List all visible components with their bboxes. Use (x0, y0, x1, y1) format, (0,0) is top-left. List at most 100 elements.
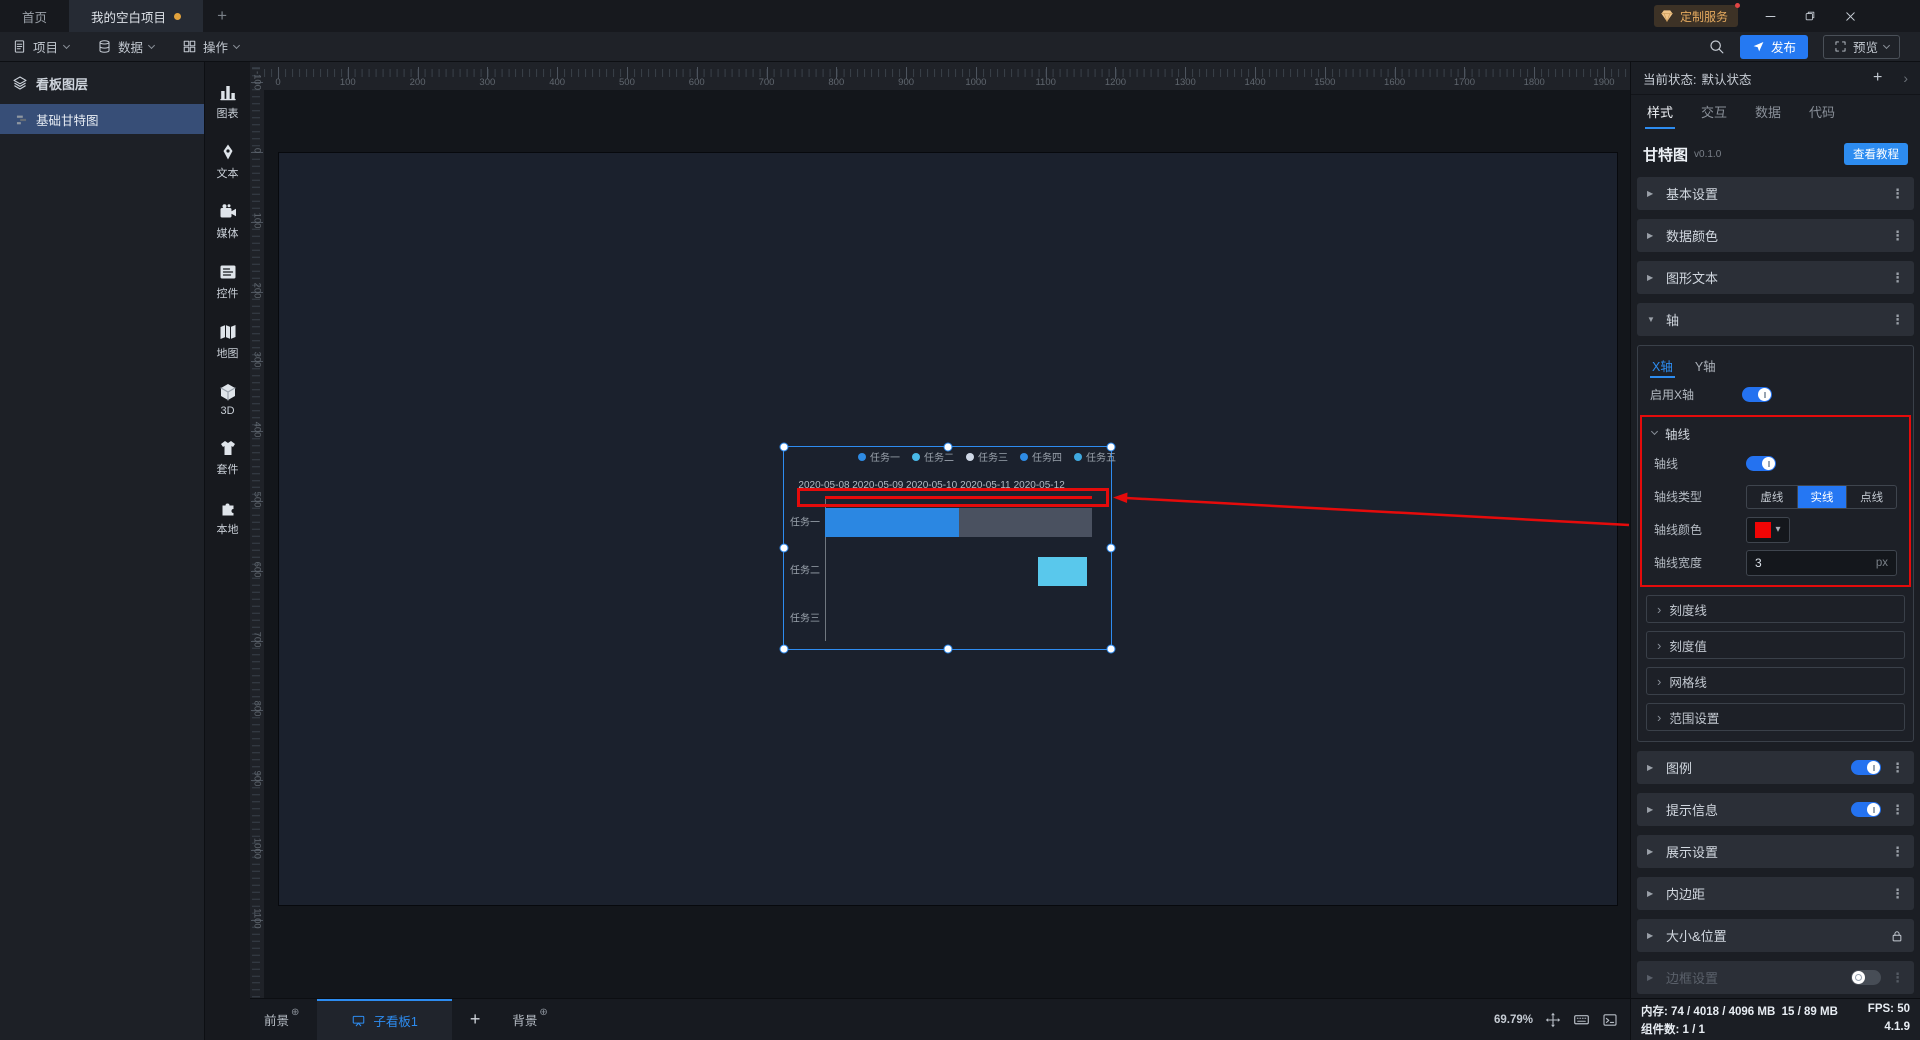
section-大小&位置[interactable]: ▶ 大小&位置 (1637, 919, 1914, 952)
gantt-widget[interactable]: 任务一 任务二 任务三 任务四 任务五 2020-05-08 2020-05-09 2020… (779, 442, 1116, 654)
selection-handle[interactable] (1106, 442, 1116, 452)
section-toggle[interactable] (1851, 802, 1881, 817)
canvas[interactable]: 0 100 200 300 400 500 600 700 800 900 1000 1100 1200… (250, 62, 1630, 1040)
axis-line-color-picker[interactable]: ▾ (1746, 516, 1790, 543)
add-state-button[interactable]: + (1873, 69, 1882, 87)
layers-list: 基础甘特图 (0, 104, 204, 134)
menu-操作[interactable]: 操作 (182, 37, 241, 56)
fit-screen-icon[interactable] (1545, 1012, 1561, 1028)
tab-样式[interactable]: 样式 (1645, 95, 1676, 129)
board-tab[interactable]: 子看板1 (317, 998, 452, 1040)
axis-group-范围设置[interactable]: › 范围设置 (1646, 703, 1905, 731)
axis-line-color-row: 轴线颜色 ▾ (1642, 513, 1909, 546)
add-foreground-icon[interactable]: ⊕ (291, 1007, 299, 1018)
section-menu-icon[interactable]: ⋮ (1891, 312, 1904, 328)
maximize-button[interactable] (1790, 0, 1830, 32)
new-tab-button[interactable]: + (203, 0, 241, 32)
axis-group-网格线[interactable]: › 网格线 (1646, 667, 1905, 695)
terminal-icon[interactable] (1602, 1012, 1618, 1028)
axis-line-width-input[interactable]: 3 px (1746, 549, 1897, 576)
section-menu-icon[interactable]: ⋮ (1891, 802, 1904, 818)
selection-handle[interactable] (1106, 644, 1116, 654)
selection-handle[interactable] (943, 644, 952, 654)
foreground-button[interactable]: 前景 ⊕ (250, 1007, 313, 1029)
layer-item[interactable]: 基础甘特图 (0, 104, 204, 134)
rail-item-套件[interactable]: 套件 (217, 438, 239, 477)
rail-item-媒体[interactable]: 媒体 (217, 202, 239, 241)
legend-item[interactable]: 任务一 (858, 449, 900, 464)
section-menu-icon[interactable]: ⋮ (1891, 886, 1904, 902)
section-轴[interactable]: ▼ 轴 ⋮ (1637, 303, 1914, 336)
section-menu-icon[interactable]: ⋮ (1891, 760, 1904, 776)
section-图例[interactable]: ▶ 图例 ⋮ (1637, 751, 1914, 784)
rail-item-本地[interactable]: 本地 (217, 498, 239, 537)
section-内边距[interactable]: ▶ 内边距 ⋮ (1637, 877, 1914, 910)
rail-item-3D[interactable]: 3D (218, 382, 238, 417)
menu-项目[interactable]: 项目 (12, 37, 71, 56)
selection-handle[interactable] (779, 644, 789, 654)
chevron-right-icon: › (1657, 637, 1662, 653)
search-icon[interactable] (1708, 38, 1725, 55)
section-menu-icon[interactable]: ⋮ (1891, 844, 1904, 860)
gantt-bar[interactable] (959, 508, 1092, 537)
section-基本设置[interactable]: ▶ 基本设置 ⋮ (1637, 177, 1914, 210)
rail-item-地图[interactable]: 地图 (217, 322, 239, 361)
section-图形文本[interactable]: ▶ 图形文本 ⋮ (1637, 261, 1914, 294)
component-rail: 图表文本媒体控件地图 3D 套件本地 (205, 62, 250, 1040)
tab-数据[interactable]: 数据 (1753, 95, 1783, 129)
section-menu-icon[interactable]: ⋮ (1891, 970, 1904, 986)
section-提示信息[interactable]: ▶ 提示信息 ⋮ (1637, 793, 1914, 826)
tab-代码[interactable]: 代码 (1807, 95, 1837, 129)
close-button[interactable] (1830, 0, 1870, 32)
expand-states-icon[interactable]: › (1903, 70, 1908, 86)
tutorial-button[interactable]: 查看教程 (1844, 143, 1908, 165)
selection-handle[interactable] (779, 543, 789, 553)
section-toggle[interactable] (1851, 760, 1881, 775)
preview-button[interactable]: 预览 (1822, 34, 1900, 59)
menu-数据[interactable]: 数据 (97, 37, 156, 56)
selection-handle[interactable] (1106, 543, 1116, 553)
section-controls: ⋮ (1891, 228, 1904, 244)
section-边框设置[interactable]: ▶ 边框设置 ⋮ (1637, 961, 1914, 994)
keyboard-shortcuts-icon[interactable] (1573, 1011, 1590, 1028)
selection-handle[interactable] (779, 442, 789, 452)
title-tab[interactable]: 我的空白项目 (69, 0, 204, 32)
section-展示设置[interactable]: ▶ 展示设置 ⋮ (1637, 835, 1914, 868)
state-value: 默认状态 (1701, 72, 1752, 87)
title-tab[interactable]: 首页 (0, 0, 69, 32)
gantt-bar[interactable] (825, 508, 959, 537)
selection-handle[interactable] (943, 442, 952, 452)
background-button[interactable]: 背景 ⊕ (498, 1007, 561, 1029)
section-menu-icon[interactable]: ⋮ (1891, 270, 1904, 286)
rail-item-控件[interactable]: 控件 (217, 262, 239, 301)
section-menu-icon[interactable]: ⋮ (1891, 186, 1904, 202)
line-type-虚线[interactable]: 虚线 (1747, 486, 1797, 508)
publish-button[interactable]: 发布 (1739, 34, 1808, 59)
add-background-icon[interactable]: ⊕ (539, 1007, 547, 1018)
section-toggle[interactable] (1851, 970, 1881, 985)
axis-group-刻度值[interactable]: › 刻度值 (1646, 631, 1905, 659)
triangle-right-icon: ▶ (1647, 973, 1654, 982)
line-type-点线[interactable]: 点线 (1846, 485, 1896, 508)
rail-item-文本[interactable]: 文本 (217, 142, 239, 181)
legend-dot (1074, 452, 1082, 461)
gantt-bar[interactable] (1038, 557, 1087, 586)
section-menu-icon[interactable]: ⋮ (1891, 228, 1904, 244)
axis-tab-Y轴[interactable]: Y轴 (1693, 354, 1718, 378)
legend-item[interactable]: 任务三 (966, 449, 1008, 464)
paper-plane-icon (1752, 40, 1765, 53)
add-board-button[interactable]: + (452, 1009, 499, 1030)
axis-group-刻度线[interactable]: › 刻度线 (1646, 595, 1905, 623)
section-label: 图形文本 (1666, 271, 1719, 286)
axis-line-group-header[interactable]: 轴线 (1642, 419, 1909, 447)
tab-交互[interactable]: 交互 (1699, 95, 1729, 129)
legend-item[interactable]: 任务四 (1020, 449, 1062, 464)
section-数据颜色[interactable]: ▶ 数据颜色 ⋮ (1637, 219, 1914, 252)
minimize-button[interactable] (1750, 0, 1790, 32)
rail-item-图表[interactable]: 图表 (217, 82, 239, 121)
custom-service-badge[interactable]: 定制服务 (1653, 3, 1740, 27)
axis-tab-X轴[interactable]: X轴 (1650, 354, 1675, 378)
line-type-实线[interactable]: 实线 (1796, 485, 1847, 508)
enable-x-axis-toggle[interactable] (1742, 387, 1772, 402)
axis-line-toggle[interactable] (1746, 456, 1776, 471)
